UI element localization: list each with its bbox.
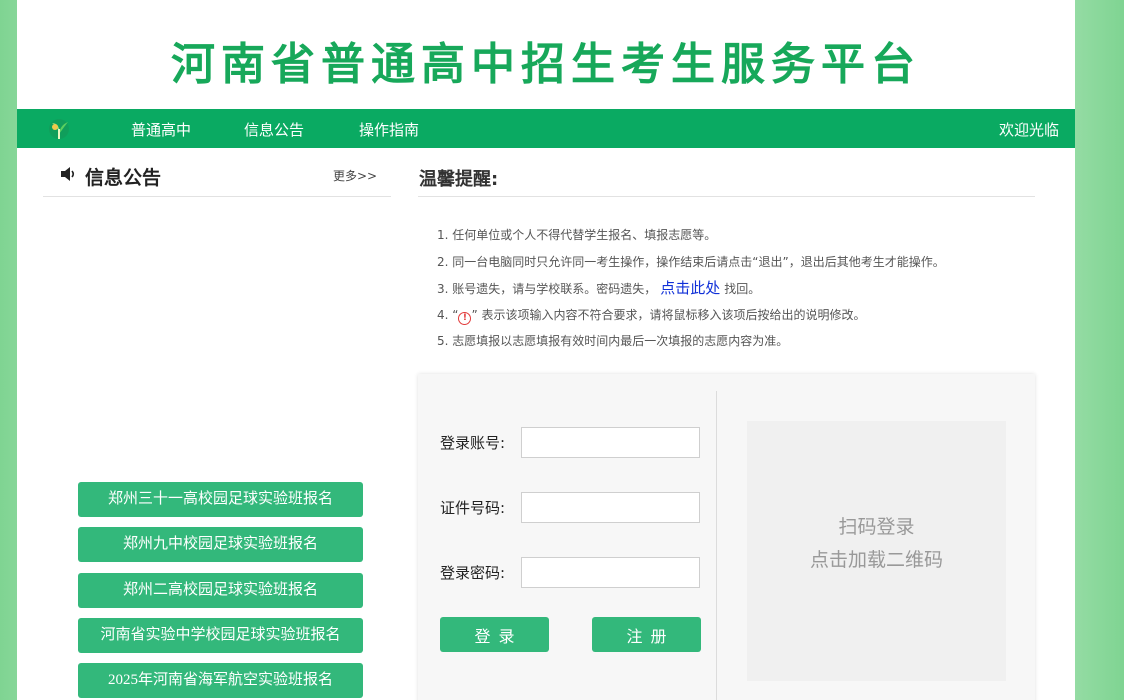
tip-item-2: 2. 同一台电脑同时只允许同一考生操作，操作结束后请点击“退出”，退出后其他考生… — [437, 254, 945, 269]
login-button[interactable]: 登录 — [440, 617, 549, 652]
account-label: 登录账号: — [440, 434, 506, 452]
signup-button-zz31[interactable]: 郑州三十一高校园足球实验班报名 — [78, 482, 363, 517]
tip-item-3: 3. 账号遗失，请与学校联系。密码遗失， 点击此处 找回。 — [437, 275, 1027, 302]
signup-button-henan-experimental[interactable]: 河南省实验中学校园足球实验班报名 — [78, 618, 363, 653]
register-button[interactable]: 注册 — [592, 617, 701, 652]
site-title: 河南省普通高中招生考生服务平台 — [171, 39, 921, 90]
signup-button-naval-aviation[interactable]: 2025年河南省海军航空实验班报名 — [78, 663, 363, 698]
page-container: 河南省普通高中招生考生服务平台 普通高中 信息公告 操作指南 欢迎光临 信息公告… — [17, 0, 1075, 700]
announcements-panel: 信息公告 更多>> 郑州三十一高校园足球实验班报名 郑州九中校园足球实验班报名 … — [43, 148, 393, 700]
account-input[interactable] — [521, 427, 700, 458]
signup-button-zz9[interactable]: 郑州九中校园足球实验班报名 — [78, 527, 363, 562]
tip-4-text: 4. “ — [437, 307, 459, 322]
announcements-title: 信息公告 — [85, 167, 162, 189]
nav-item-regular-high-school[interactable]: 普通高中 — [131, 119, 191, 140]
password-input[interactable] — [521, 557, 700, 588]
main-content: 温馨提醒: 1. 任何单位或个人不得代替学生报名、填报志愿等。 2. 同一台电脑… — [418, 148, 1035, 700]
nav-item-operation-guide[interactable]: 操作指南 — [359, 119, 419, 140]
login-panel: 登录账号: 证件号码: 登录密码: 登录 注册 扫码登录 点击加载二维码 — [418, 374, 1035, 700]
more-link[interactable]: 更多>> — [333, 167, 377, 184]
warning-icon: ! — [458, 311, 472, 325]
panel-divider — [716, 391, 717, 700]
nav-item-announcements[interactable]: 信息公告 — [244, 119, 304, 140]
tip-item-4: 4. “!” 表示该项输入内容不符合要求，请将鼠标移入该项后按给出的说明修改。 — [437, 302, 1027, 329]
tip-item-5: 5. 志愿填报以志愿填报有效时间内最后一次填报的志愿内容为准。 — [437, 334, 789, 348]
tip-item-1: 1. 任何单位或个人不得代替学生报名、填报志愿等。 — [437, 228, 717, 242]
password-label: 登录密码: — [440, 564, 506, 582]
qr-login-area[interactable]: 扫码登录 点击加载二维码 — [747, 421, 1006, 681]
password-recovery-link[interactable]: 点击此处 — [656, 279, 724, 297]
tip-3-text-end: 找回。 — [724, 282, 761, 296]
id-number-label: 证件号码: — [440, 499, 506, 517]
qr-load-hint: 点击加载二维码 — [809, 549, 943, 571]
tips-list: 1. 任何单位或个人不得代替学生报名、填报志愿等。 2. 同一台电脑同时只允许同… — [437, 222, 1027, 355]
welcome-text: 欢迎光临 — [998, 121, 1059, 139]
signup-button-zz2[interactable]: 郑州二高校园足球实验班报名 — [78, 573, 363, 608]
tip-3-text: 3. 账号遗失，请与学校联系。密码遗失， — [437, 282, 657, 296]
id-number-input[interactable] — [521, 492, 700, 523]
announcements-header: 信息公告 更多>> — [43, 160, 391, 197]
tips-title: 温馨提醒: — [419, 169, 499, 190]
tip-4-text-end: ” 表示该项输入内容不符合要求，请将鼠标移入该项后按给出的说明修改。 — [471, 307, 866, 322]
top-nav-bar: 普通高中 信息公告 操作指南 欢迎光临 — [17, 109, 1075, 148]
speaker-icon — [61, 167, 75, 181]
qr-login-title: 扫码登录 — [838, 516, 915, 538]
sprout-logo-icon — [49, 119, 69, 139]
tips-header: 温馨提醒: — [418, 160, 1035, 197]
